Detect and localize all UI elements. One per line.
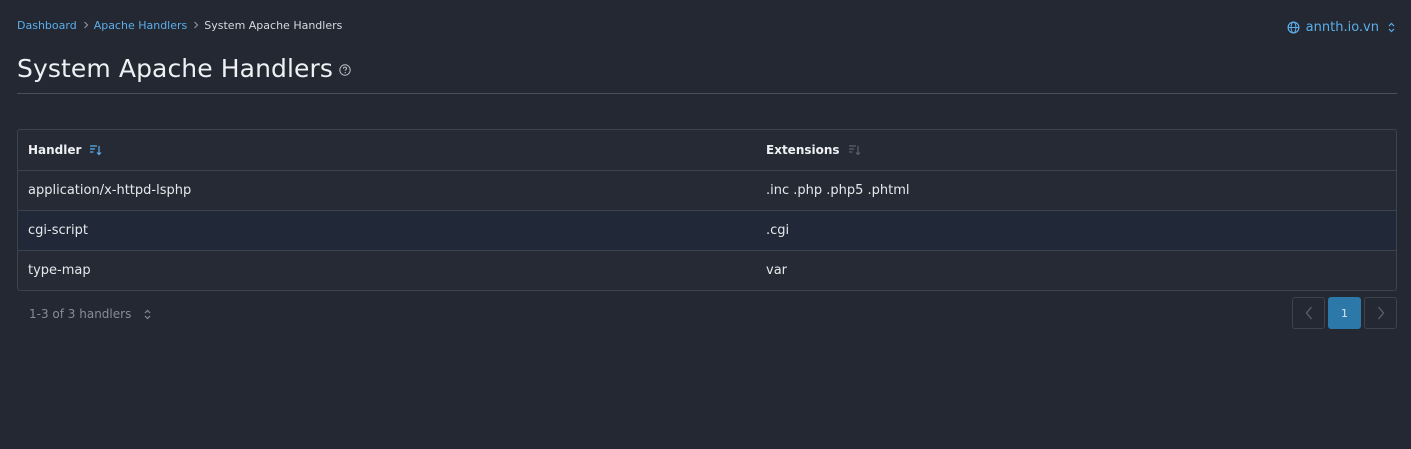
domain-selector[interactable]: annth.io.vn (1287, 18, 1395, 36)
page: Dashboard Apache Handlers System Apache … (0, 0, 1411, 449)
chevron-up-down-icon (144, 309, 151, 320)
column-header-label: Extensions (766, 143, 840, 157)
table-row: type-map var (18, 251, 1396, 290)
chevron-left-icon (1305, 306, 1313, 320)
chevron-right-icon (193, 21, 199, 29)
column-header-label: Handler (28, 143, 82, 157)
handlers-table: Handler Extensions application/x-httpd-l… (17, 129, 1397, 291)
sort-icon[interactable] (89, 144, 102, 156)
title-divider (17, 93, 1397, 94)
title-row: System Apache Handlers (17, 53, 351, 85)
extensions-cell: var (766, 263, 788, 278)
chevron-right-icon (1377, 306, 1385, 320)
next-page-button[interactable] (1364, 297, 1397, 329)
breadcrumb: Dashboard Apache Handlers System Apache … (17, 18, 342, 32)
results-count-label: 1-3 of 3 handlers (29, 307, 132, 321)
table-row: application/x-httpd-lsphp .inc .php .php… (18, 171, 1396, 211)
pagination: 1 (1292, 297, 1397, 329)
globe-icon (1287, 21, 1300, 34)
domain-selector-value: annth.io.vn (1305, 19, 1379, 35)
handler-cell: cgi-script (28, 223, 88, 238)
breadcrumb-dashboard-link[interactable]: Dashboard (17, 19, 77, 32)
results-count-selector[interactable]: 1-3 of 3 handlers (29, 306, 151, 322)
page-title: System Apache Handlers (17, 54, 334, 83)
extensions-cell: .cgi (766, 223, 790, 238)
chevron-up-down-icon (1388, 22, 1395, 33)
handler-cell: application/x-httpd-lsphp (28, 183, 192, 198)
sort-icon[interactable] (848, 144, 861, 156)
table-header: Handler Extensions (18, 130, 1396, 171)
table-row: cgi-script .cgi (18, 211, 1396, 251)
handler-cell: type-map (28, 263, 91, 278)
page-button-current[interactable]: 1 (1328, 297, 1361, 329)
column-header-extensions[interactable]: Extensions (766, 130, 861, 170)
breadcrumb-current: System Apache Handlers (204, 18, 343, 32)
chevron-right-icon (83, 21, 89, 29)
help-circle-icon[interactable] (339, 64, 351, 76)
extensions-cell: .inc .php .php5 .phtml (766, 183, 910, 198)
column-header-handler[interactable]: Handler (28, 130, 102, 170)
breadcrumb-apache-handlers-link[interactable]: Apache Handlers (94, 19, 188, 32)
previous-page-button[interactable] (1292, 297, 1325, 329)
